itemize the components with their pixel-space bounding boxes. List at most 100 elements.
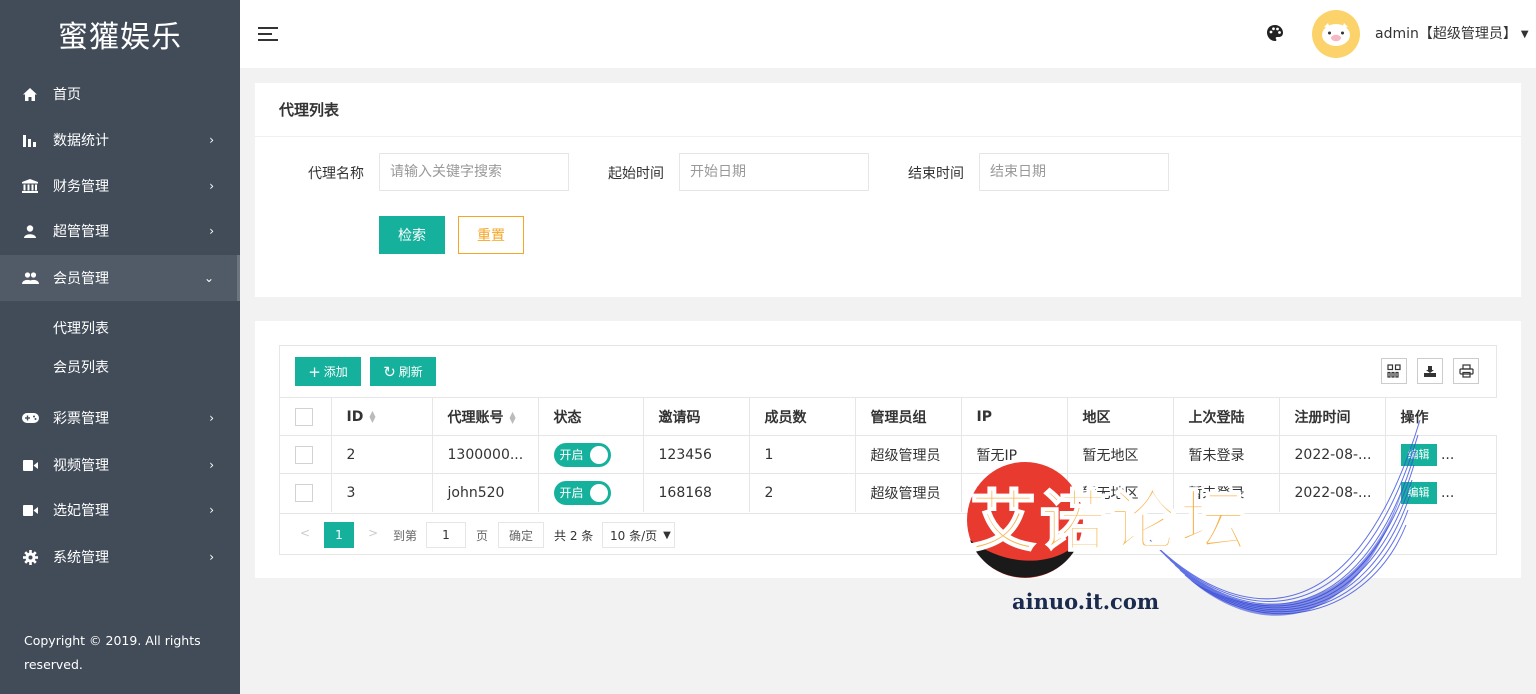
sidebar: 蜜獾娱乐 首页 数据统计 › 财务管理 › 超管管理 › 会员管理 ⌄ 代理列表	[0, 0, 240, 694]
sidebar-item-label: 数据统计	[53, 133, 109, 149]
sidebar-subitem-member-list[interactable]: 会员列表	[0, 348, 240, 386]
start-time-label: 起始时间	[608, 166, 664, 182]
goto-confirm-button[interactable]: 确定	[498, 522, 544, 548]
goto-label: 到第	[393, 529, 418, 543]
chevron-right-icon: ›	[209, 224, 214, 238]
brand-logo: 蜜獾娱乐	[58, 20, 182, 55]
column-header-ip: IP	[961, 397, 1068, 436]
sidebar-item-video[interactable]: 视频管理 ›	[0, 442, 240, 488]
sidebar-item-label: 视频管理	[53, 458, 109, 474]
user-icon	[21, 224, 39, 238]
status-toggle[interactable]: 开启	[553, 480, 611, 505]
row-checkbox[interactable]	[295, 445, 313, 464]
chevron-right-icon: ›	[209, 458, 214, 472]
menu-toggle-icon[interactable]	[258, 26, 278, 42]
status-toggle[interactable]: 开启	[553, 442, 611, 467]
table-card: + 添加 ↻ 刷新 ID ▲ ▼ 代理账号 ▲ ▼ 状态 邀请码 成员数 管理员…	[255, 321, 1521, 578]
next-page-button[interactable]: >	[368, 526, 378, 540]
video-icon	[21, 459, 39, 471]
add-button[interactable]: + 添加	[295, 357, 361, 386]
gamepad-icon	[21, 413, 39, 423]
search-button[interactable]: 检索	[379, 216, 445, 254]
sidebar-item-label: 系统管理	[53, 550, 109, 566]
column-header-invite: 邀请码	[643, 397, 750, 436]
sidebar-subitem-agent-list[interactable]: 代理列表	[0, 309, 240, 347]
end-time-label: 结束时间	[908, 166, 964, 182]
sidebar-item-finance[interactable]: 财务管理 ›	[0, 163, 240, 209]
edit-button[interactable]: 编辑	[1400, 443, 1437, 466]
user-menu[interactable]: admin【超级管理员】 ▼	[1375, 23, 1529, 43]
export-icon[interactable]	[1417, 358, 1443, 384]
sort-icon[interactable]: ▲ ▼	[510, 410, 516, 424]
gear-icon	[21, 549, 39, 565]
users-icon	[21, 272, 39, 284]
sidebar-item-admins[interactable]: 超管管理 ›	[0, 208, 240, 254]
bar-chart-icon	[21, 133, 39, 147]
end-date-input[interactable]	[979, 153, 1169, 191]
columns-filter-icon[interactable]	[1381, 358, 1407, 384]
cell-members: 1	[749, 435, 856, 474]
column-header-actions: 操作	[1385, 397, 1497, 436]
select-all-checkbox[interactable]	[295, 407, 313, 426]
print-icon[interactable]	[1453, 358, 1479, 384]
sidebar-item-label: 会员管理	[53, 271, 109, 287]
video-icon	[21, 504, 39, 516]
cell-reg-time: 2022-08-...	[1279, 435, 1386, 474]
sidebar-item-home[interactable]: 首页	[0, 71, 240, 117]
cell-account: 1300000...	[432, 435, 539, 474]
cell-account: john520	[432, 473, 539, 512]
table-row: 3 john520 开启 168168 2 超级管理员 暂无IP 暂无地区 暂未…	[280, 473, 1497, 512]
cell-group: 超级管理员	[855, 435, 962, 474]
chevron-right-icon: ›	[209, 411, 214, 425]
avatar[interactable]	[1312, 10, 1360, 58]
sidebar-item-system[interactable]: 系统管理 ›	[0, 534, 240, 580]
data-table-wrapper: + 添加 ↻ 刷新 ID ▲ ▼ 代理账号 ▲ ▼ 状态 邀请码 成员数 管理员…	[279, 345, 1497, 555]
prev-page-button[interactable]: <	[300, 526, 310, 540]
palette-icon[interactable]	[1266, 24, 1286, 44]
top-header: admin【超级管理员】 ▼	[240, 0, 1536, 68]
chevron-down-icon: ▼	[663, 529, 671, 541]
user-name: admin【超级管理员】	[1375, 26, 1517, 42]
more-actions[interactable]: ...	[1441, 485, 1454, 501]
sidebar-item-label: 超管管理	[53, 224, 109, 240]
start-date-input[interactable]	[679, 153, 869, 191]
column-header-account[interactable]: 代理账号 ▲ ▼	[432, 397, 539, 436]
sidebar-item-consort[interactable]: 选妃管理 ›	[0, 487, 240, 533]
table-header-row: ID ▲ ▼ 代理账号 ▲ ▼ 状态 邀请码 成员数 管理员组 IP 地区 上次登陆 注…	[280, 397, 1497, 436]
watermark-text: 艾诺论坛	[969, 482, 1250, 561]
column-header-reg-time: 注册时间	[1279, 397, 1386, 436]
sidebar-item-label: 财务管理	[53, 179, 109, 195]
edit-button[interactable]: 编辑	[1400, 481, 1437, 504]
sidebar-item-label: 彩票管理	[53, 411, 109, 427]
search-card: 代理列表 代理名称 起始时间 结束时间 检索 重置	[255, 83, 1521, 297]
page-title: 代理列表	[255, 83, 1521, 137]
agent-table: ID ▲ ▼ 代理账号 ▲ ▼ 状态 邀请码 成员数 管理员组 IP 地区 上次登陆 注…	[280, 397, 1497, 512]
refresh-button[interactable]: ↻ 刷新	[370, 357, 436, 386]
current-page[interactable]: 1	[324, 522, 354, 548]
more-actions[interactable]: ...	[1441, 447, 1454, 463]
reset-button[interactable]: 重置	[458, 216, 524, 254]
page-unit-label: 页	[476, 529, 489, 543]
select-all-cell	[280, 397, 332, 436]
caret-down-icon: ▼	[1520, 28, 1529, 40]
page-size-select[interactable]: 10 条/页 ▼	[602, 522, 675, 548]
chevron-down-icon: ⌄	[203, 271, 214, 285]
chevron-right-icon: ›	[209, 503, 214, 517]
copyright: Copyright © 2019. All rights reserved.	[24, 633, 201, 672]
sidebar-item-label: 选妃管理	[53, 503, 109, 519]
chevron-right-icon: ›	[209, 179, 214, 193]
sidebar-item-members[interactable]: 会员管理 ⌄	[0, 255, 240, 301]
column-header-region: 地区	[1067, 397, 1174, 436]
plus-icon: +	[308, 362, 321, 381]
sidebar-item-label: 首页	[53, 87, 81, 103]
column-header-id[interactable]: ID ▲ ▼	[331, 397, 433, 436]
goto-page-input[interactable]: 1	[426, 522, 466, 548]
sort-icon[interactable]: ▲ ▼	[369, 409, 375, 423]
agent-name-input[interactable]	[379, 153, 569, 191]
agent-name-label: 代理名称	[308, 166, 364, 182]
row-checkbox[interactable]	[295, 483, 313, 502]
chevron-right-icon: ›	[209, 133, 214, 147]
sidebar-item-lottery[interactable]: 彩票管理 ›	[0, 395, 240, 441]
sidebar-item-stats[interactable]: 数据统计 ›	[0, 117, 240, 163]
cell-invite: 168168	[643, 473, 750, 512]
